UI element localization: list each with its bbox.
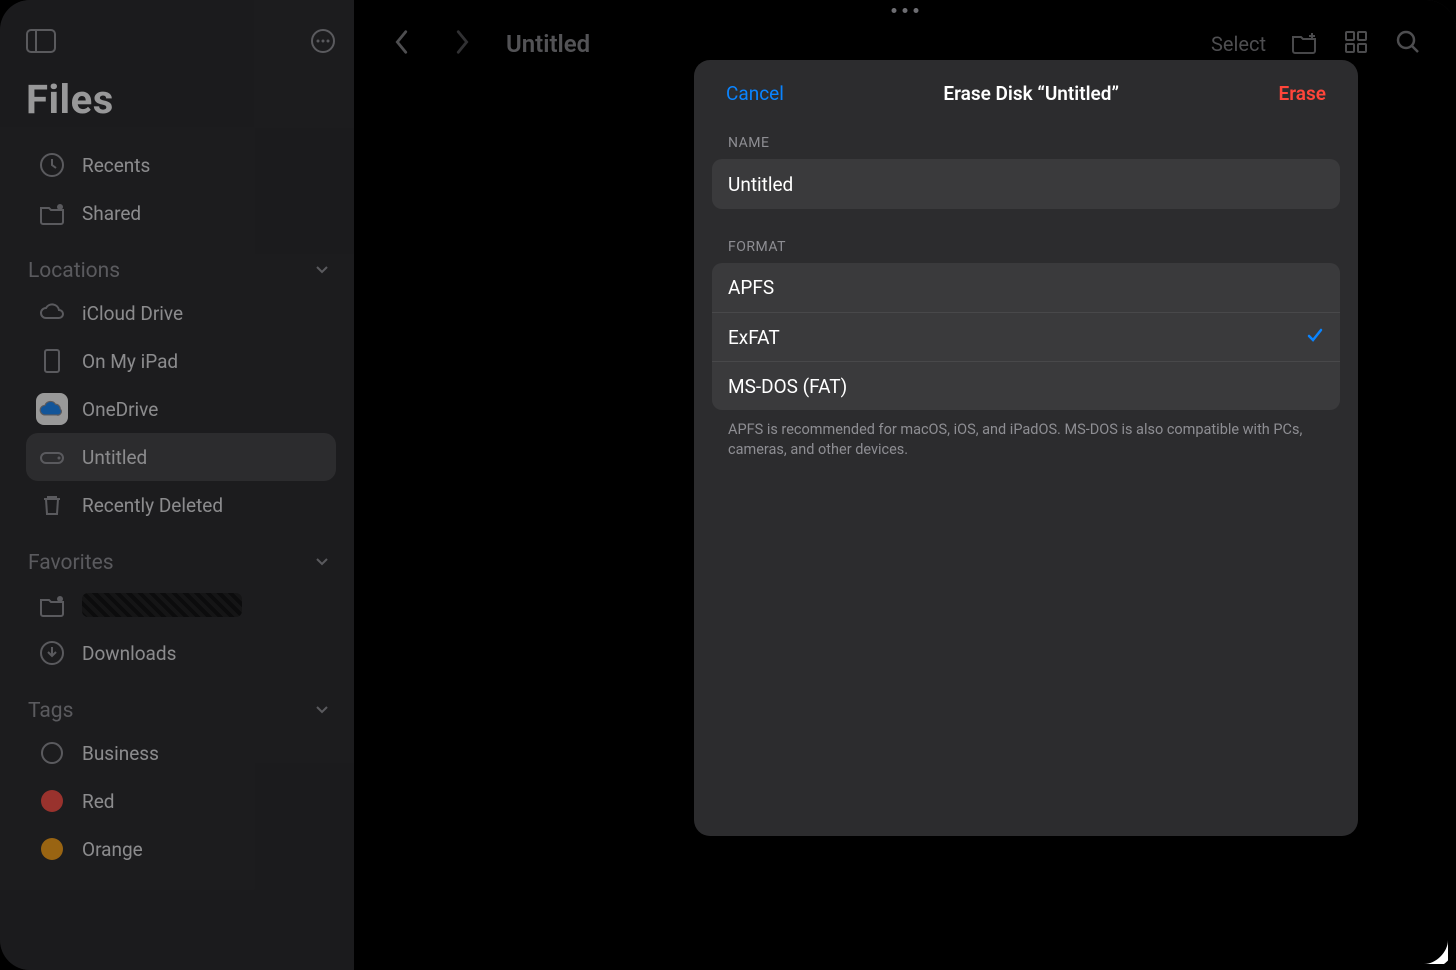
format-option-label: ExFAT <box>728 326 780 349</box>
redacted-label <box>82 593 242 617</box>
search-icon[interactable] <box>1394 28 1422 60</box>
sidebar-item-label: Downloads <box>82 642 176 665</box>
back-icon[interactable] <box>388 28 416 60</box>
sidebar-item-icloud[interactable]: iCloud Drive <box>26 289 336 337</box>
folder-person-icon <box>36 592 68 618</box>
format-option-label: APFS <box>728 276 774 299</box>
section-header-locations[interactable]: Locations <box>26 259 336 283</box>
folder-person-icon <box>36 200 68 226</box>
dialog-title: Erase Disk “Untitled” <box>943 82 1119 105</box>
sidebar-item-label: Red <box>82 790 115 813</box>
sidebar-item-tag-orange[interactable]: Orange <box>26 825 336 873</box>
sidebar-item-tag-business[interactable]: Business <box>26 729 336 777</box>
download-circle-icon <box>36 640 68 666</box>
sidebar-item-label: On My iPad <box>82 350 178 373</box>
format-option-apfs[interactable]: APFS <box>712 263 1340 312</box>
view-grid-icon[interactable] <box>1342 28 1370 60</box>
cancel-button[interactable]: Cancel <box>726 82 784 105</box>
more-options-icon[interactable] <box>310 28 336 58</box>
sidebar-item-recently-deleted[interactable]: Recently Deleted <box>26 481 336 529</box>
new-folder-icon[interactable] <box>1290 28 1318 60</box>
sidebar-item-label: Shared <box>82 202 141 225</box>
tag-dot-icon <box>36 838 68 860</box>
checkmark-icon <box>1306 326 1324 349</box>
sidebar-item-onmyipad[interactable]: On My iPad <box>26 337 336 385</box>
sidebar-item-label: Orange <box>82 838 143 861</box>
sidebar-item-onedrive[interactable]: OneDrive <box>26 385 336 433</box>
sidebar-item-tag-red[interactable]: Red <box>26 777 336 825</box>
format-field-label: FORMAT <box>694 239 1358 255</box>
chevron-down-icon <box>314 551 330 575</box>
clock-icon <box>36 152 68 178</box>
main-content: Untitled Select Cancel Erase Disk “Untit… <box>354 0 1456 970</box>
erase-button[interactable]: Erase <box>1279 82 1326 105</box>
sidebar-item-shared[interactable]: Shared <box>26 189 336 237</box>
format-option-exfat[interactable]: ExFAT <box>712 312 1340 361</box>
sidebar-item-untitled[interactable]: Untitled <box>26 433 336 481</box>
format-option-msdos[interactable]: MS-DOS (FAT) <box>712 361 1340 410</box>
window-icon[interactable] <box>26 29 56 57</box>
page-curl-icon <box>1422 938 1450 966</box>
section-header-tags[interactable]: Tags <box>26 699 336 723</box>
trash-icon <box>36 492 68 518</box>
sidebar-item-label: Business <box>82 742 159 765</box>
location-title: Untitled <box>506 30 590 58</box>
name-field-label: NAME <box>694 135 1358 151</box>
drive-icon <box>36 444 68 470</box>
sidebar-item-label: OneDrive <box>82 398 158 421</box>
section-header-favorites[interactable]: Favorites <box>26 551 336 575</box>
format-option-label: MS-DOS (FAT) <box>728 375 847 398</box>
sidebar-item-label: Recently Deleted <box>82 494 223 517</box>
tag-dot-icon <box>36 790 68 812</box>
sidebar-item-recents[interactable]: Recents <box>26 141 336 189</box>
format-help-text: APFS is recommended for macOS, iOS, and … <box>694 410 1358 461</box>
forward-icon[interactable] <box>448 28 476 60</box>
disk-name-input[interactable] <box>712 159 1340 209</box>
format-options: APFS ExFAT MS-DOS (FAT) <box>712 263 1340 410</box>
ipad-icon <box>36 348 68 374</box>
tag-dot-icon <box>36 742 68 764</box>
erase-disk-dialog: Cancel Erase Disk “Untitled” Erase NAME … <box>694 60 1358 836</box>
sidebar-item-label: Recents <box>82 154 150 177</box>
disk-name-input-field[interactable] <box>728 173 1324 196</box>
sidebar-item-label: iCloud Drive <box>82 302 183 325</box>
chevron-down-icon <box>314 259 330 283</box>
chevron-down-icon <box>314 699 330 723</box>
sidebar-item-label: Untitled <box>82 446 147 469</box>
sidebar-item-downloads[interactable]: Downloads <box>26 629 336 677</box>
cloud-icon <box>36 300 68 326</box>
onedrive-icon <box>36 393 68 425</box>
select-button[interactable]: Select <box>1211 32 1266 56</box>
sidebar-item-favorite-redacted[interactable] <box>26 581 336 629</box>
app-title: Files <box>26 76 336 123</box>
sidebar: Files Recents Shared Locations iCloud Dr… <box>0 0 354 970</box>
